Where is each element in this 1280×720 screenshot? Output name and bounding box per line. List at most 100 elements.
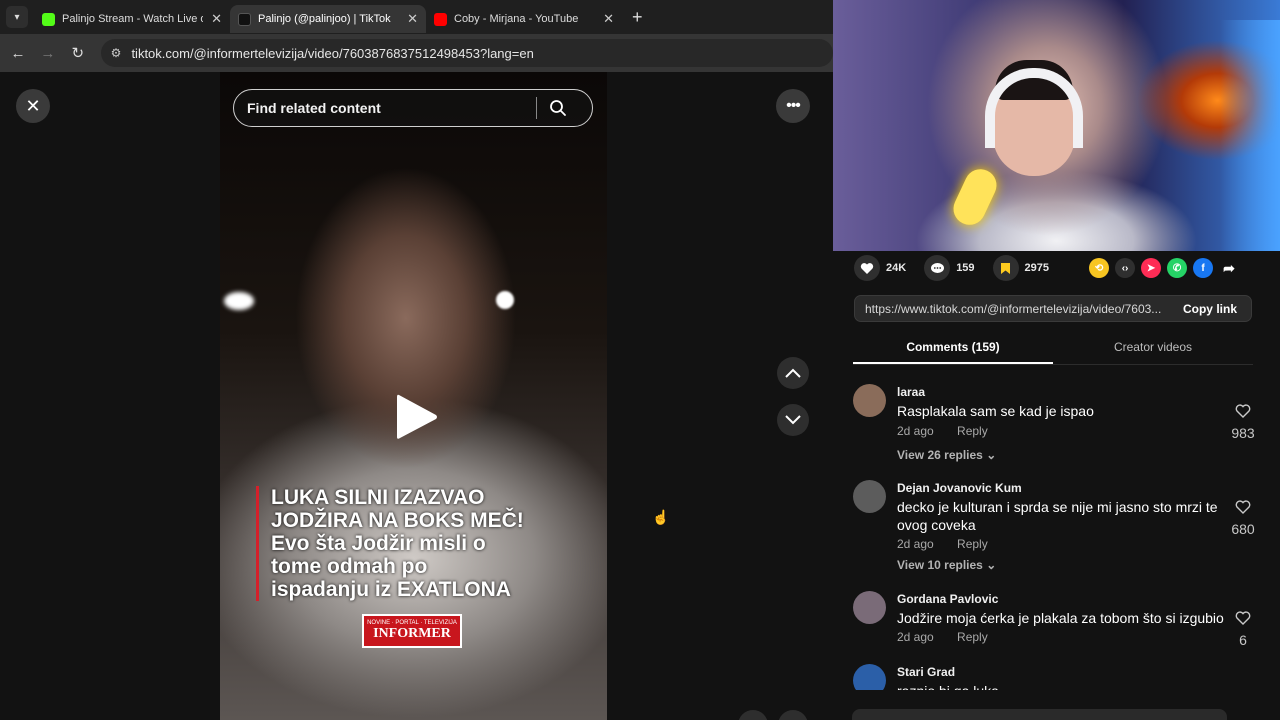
- search-icon[interactable]: [537, 99, 579, 117]
- video-link: https://www.tiktok.com/@informertelevizi…: [865, 301, 1162, 316]
- comment-meta: 2d ago Reply: [897, 424, 1008, 438]
- comment-username[interactable]: Stari Grad: [897, 665, 955, 679]
- microphone: [948, 163, 1002, 231]
- led-glow: [1220, 20, 1280, 251]
- comment-text: raznio bi ga luka: [897, 682, 1227, 690]
- comment-username[interactable]: laraa: [897, 385, 925, 399]
- comment-text: Jodžire moja ćerka je plakala za tobom š…: [897, 610, 1224, 626]
- url-text: tiktok.com/@informertelevizija/video/760…: [131, 45, 534, 61]
- next-video-button[interactable]: [777, 404, 809, 436]
- comment-like[interactable]: 680: [1225, 500, 1261, 537]
- comment-like[interactable]: 6: [1225, 611, 1261, 648]
- heart-outline-icon[interactable]: [1235, 611, 1251, 625]
- url-field[interactable]: ⚙ tiktok.com/@informertelevizija/video/7…: [100, 39, 833, 67]
- reply-button[interactable]: Reply: [957, 424, 988, 438]
- send-icon[interactable]: ➤: [1141, 258, 1162, 278]
- tab-youtube[interactable]: Coby - Mirjana - YouTube ✕: [426, 5, 622, 33]
- reply-button[interactable]: Reply: [957, 630, 988, 644]
- tab-search-button[interactable]: ▾: [6, 6, 28, 28]
- like-count: 24K: [886, 262, 907, 274]
- browser-tab-bar: ▾ Palinjo Stream - Watch Live on Kick ✕ …: [0, 0, 833, 34]
- comment-action[interactable]: 159: [924, 255, 975, 281]
- comment-date: 2d ago: [897, 630, 934, 644]
- screen: ▾ Palinjo Stream - Watch Live on Kick ✕ …: [0, 0, 1280, 720]
- panel-tabs: Comments (159) Creator videos: [853, 333, 1253, 365]
- comment-username[interactable]: Gordana Pavlovic: [897, 592, 998, 606]
- background-light: [496, 291, 514, 309]
- comment-like-count: 983: [1231, 425, 1255, 441]
- tab-creator-videos[interactable]: Creator videos: [1053, 333, 1253, 364]
- search-input[interactable]: [234, 100, 536, 116]
- comment-date: 2d ago: [897, 537, 934, 551]
- save-action[interactable]: 2975: [992, 255, 1049, 281]
- replies-label: View 10 replies: [897, 558, 983, 572]
- close-tab-icon[interactable]: ✕: [211, 11, 222, 27]
- related-search-bar: [233, 89, 593, 127]
- video-caption: LUKA SILNI IZAZVAO JODŽIRA NA BOKS MEČ! …: [256, 486, 556, 601]
- close-tab-icon[interactable]: ✕: [407, 11, 418, 27]
- youtube-favicon-icon: [434, 12, 447, 26]
- avatar[interactable]: [853, 591, 886, 624]
- tiktok-favicon-icon: [238, 12, 251, 26]
- more-options-icon[interactable]: •••: [776, 89, 810, 123]
- avatar[interactable]: [853, 480, 886, 513]
- site-info-icon[interactable]: ⚙: [111, 46, 122, 60]
- tab-title: Palinjo Stream - Watch Live on Kick: [62, 13, 203, 25]
- caption-line: Evo šta Jodžir misli o: [271, 532, 486, 555]
- comment-like-count: 6: [1239, 632, 1247, 648]
- facebook-icon[interactable]: f: [1193, 258, 1214, 278]
- heart-outline-icon[interactable]: [1235, 404, 1251, 418]
- tab-kick[interactable]: Palinjo Stream - Watch Live on Kick ✕: [34, 5, 230, 33]
- comment-like[interactable]: 983: [1225, 404, 1261, 441]
- address-bar-row: ← → ↻ ⚙ tiktok.com/@informertelevizija/v…: [0, 34, 833, 72]
- tab-title: Palinjo (@palinjoo) | TikTok: [258, 13, 391, 25]
- tab-comments[interactable]: Comments (159): [853, 333, 1053, 364]
- repost-icon[interactable]: ⟲: [1089, 258, 1110, 278]
- play-icon[interactable]: [395, 392, 439, 442]
- comment-text: decko je kulturan i sprda se nije mi jas…: [897, 499, 1218, 533]
- view-replies-button[interactable]: View 26 replies ⌄: [897, 448, 996, 462]
- share-arrow-icon[interactable]: ➦: [1219, 258, 1239, 278]
- comment-meta: 2d ago Reply: [897, 630, 1008, 644]
- like-action[interactable]: 24K: [854, 255, 906, 281]
- kick-favicon-icon: [42, 12, 55, 26]
- tab-title: Coby - Mirjana - YouTube: [454, 13, 579, 25]
- chevron-down-icon: ⌄: [986, 558, 997, 572]
- close-video-button[interactable]: ✕: [16, 89, 50, 123]
- replies-label: View 26 replies: [897, 448, 983, 462]
- bookmark-icon[interactable]: [992, 255, 1019, 281]
- forward-icon[interactable]: →: [33, 45, 63, 62]
- logo-name: INFORMER: [373, 626, 451, 641]
- reply-button[interactable]: Reply: [957, 537, 988, 551]
- view-replies-button[interactable]: View 10 replies ⌄: [897, 558, 996, 572]
- add-comment-field[interactable]: [852, 709, 1227, 720]
- comment-icon[interactable]: [924, 255, 951, 281]
- back-icon[interactable]: ←: [3, 45, 33, 62]
- comment-item: Dejan Jovanovic Kum decko je kulturan i …: [853, 480, 1255, 575]
- new-tab-button[interactable]: +: [632, 7, 643, 28]
- caption-line: ispadanju iz EXATLONA: [271, 578, 511, 601]
- heart-icon[interactable]: [854, 255, 880, 281]
- previous-video-button[interactable]: [777, 357, 809, 389]
- tab-tiktok[interactable]: Palinjo (@palinjoo) | TikTok ✕: [230, 5, 426, 33]
- heart-outline-icon[interactable]: [1235, 500, 1251, 514]
- comment-item: Gordana Pavlovic Jodžire moja ćerka je p…: [853, 591, 1253, 651]
- comment-count: 159: [956, 262, 975, 274]
- whatsapp-icon[interactable]: ✆: [1167, 258, 1188, 278]
- comment-text: Rasplakala sam se kad je ispao: [897, 403, 1094, 419]
- informer-logo: NOVINE · PORTAL · TELEVIZIJA INFORMER: [362, 614, 462, 648]
- close-tab-icon[interactable]: ✕: [603, 11, 614, 27]
- avatar[interactable]: [853, 664, 886, 690]
- comment-item: laraa Rasplakala sam se kad je ispao 2d …: [853, 384, 1255, 464]
- reload-icon[interactable]: ↻: [63, 44, 93, 62]
- copy-link-button[interactable]: Copy link: [1169, 302, 1251, 316]
- embed-icon[interactable]: ‹›: [1115, 258, 1136, 278]
- comment-username[interactable]: Dejan Jovanovic Kum: [897, 481, 1022, 495]
- share-icons: ⟲ ‹› ➤ ✆ f ➦: [1089, 258, 1245, 278]
- comment-like-count: 680: [1231, 521, 1255, 537]
- avatar[interactable]: [853, 384, 886, 417]
- chevron-down-icon: [785, 415, 801, 425]
- action-bar: 24K 159 2975 ⟲ ‹› ➤ ✆ f ➦: [854, 254, 1274, 282]
- caption-line: tome odmah po: [271, 555, 428, 578]
- comment-meta: 2d ago Reply: [897, 537, 1008, 551]
